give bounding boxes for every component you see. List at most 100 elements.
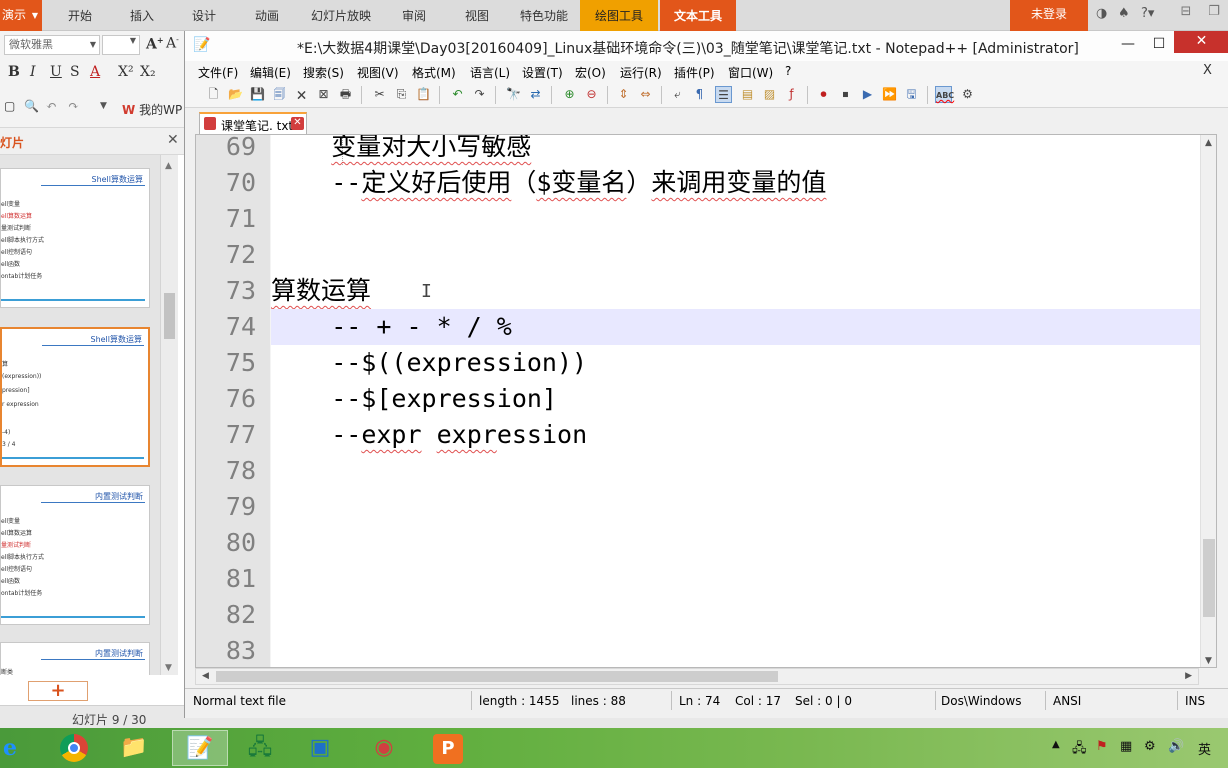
scrollbar-thumb[interactable] <box>164 293 175 339</box>
code-line[interactable] <box>271 633 1200 667</box>
tray-app-icon[interactable]: ⚙ <box>1144 739 1156 754</box>
doc-map-icon[interactable]: ▨ <box>761 86 778 103</box>
code-line[interactable] <box>271 201 1200 237</box>
menu-format[interactable]: 格式(M) <box>412 64 456 81</box>
restore-icon[interactable]: ❐ <box>1202 4 1226 24</box>
function-list-icon[interactable]: ƒ <box>783 86 800 103</box>
vertical-scrollbar[interactable]: ▲ ▼ <box>1200 135 1216 667</box>
scrollbar-thumb[interactable] <box>1203 539 1215 617</box>
save-macro-icon[interactable]: 🖫 <box>903 86 920 103</box>
security-alert-icon[interactable]: ⚑ <box>1096 739 1108 754</box>
minimize-icon[interactable]: ⊟ <box>1174 4 1198 24</box>
italic-button[interactable]: I <box>30 64 36 80</box>
shrink-font-icon[interactable]: A- <box>166 35 179 52</box>
menu-file[interactable]: 文件(F) <box>198 64 238 81</box>
skin-icon[interactable]: ◑ <box>1096 6 1107 21</box>
internet-explorer-icon[interactable]: e <box>0 730 32 766</box>
menu-language[interactable]: 语言(L) <box>470 64 510 81</box>
minimize-icon[interactable]: — <box>1113 33 1143 57</box>
login-button[interactable]: 未登录 <box>1010 0 1088 31</box>
menu-macro[interactable]: 宏(O) <box>575 64 606 81</box>
wps-presentation-icon[interactable]: P <box>420 730 476 766</box>
cut-icon[interactable]: ✂ <box>371 86 388 103</box>
sync-vertical-icon[interactable]: ⇕ <box>615 86 632 103</box>
slide-thumbnail-selected[interactable]: Shell算数运算 算 (expression)) pression] r ex… <box>0 327 150 467</box>
code-line[interactable] <box>271 453 1200 489</box>
slide-pane-scrollbar[interactable]: ▲ ▼ <box>160 155 178 675</box>
editor-content[interactable]: 变量对大小写敏感 --定义好后使用（$变量名）来调用变量的值 算数运算 -- + … <box>271 135 1200 667</box>
scroll-left-icon[interactable]: ◀ <box>202 671 209 681</box>
chevron-down-icon[interactable]: ▼ <box>100 101 107 111</box>
superscript-button[interactable]: X² <box>118 64 134 80</box>
font-color-button[interactable]: A <box>90 64 100 80</box>
ribbon-tab-home[interactable]: 开始 <box>50 0 110 31</box>
code-line[interactable]: --定义好后使用（$变量名）来调用变量的值 <box>271 165 1200 201</box>
find-icon[interactable]: 🔭 <box>505 86 522 103</box>
print-icon[interactable]: 🖶 <box>337 86 354 103</box>
slide-thumbnail[interactable]: 内置测试判断 断类 <box>0 642 150 675</box>
redo-icon[interactable]: ↷ <box>68 99 79 114</box>
horizontal-scrollbar[interactable]: ◀ ▶ <box>195 668 1199 685</box>
scroll-down-icon[interactable]: ▼ <box>1205 656 1212 666</box>
copy-icon[interactable]: ⎘ <box>393 86 410 103</box>
tab-document[interactable]: 课堂笔记. txt ✕ <box>199 112 307 134</box>
sync-horizontal-icon[interactable]: ⇔ <box>637 86 654 103</box>
close-icon[interactable]: ✕ <box>291 117 304 130</box>
menu-settings[interactable]: 设置(T) <box>522 64 563 81</box>
scroll-up-icon[interactable]: ▲ <box>1205 138 1212 148</box>
my-wps-link[interactable]: W 我的WP <box>122 101 182 118</box>
redo-icon[interactable]: ↷ <box>471 86 488 103</box>
code-line[interactable]: --$[expression] <box>271 381 1200 417</box>
slide-thumbnail[interactable]: 内置测试判断 ell变量 ell算数运算 量测试判断 ell脚本执行方式 ell… <box>0 485 150 625</box>
subscript-button[interactable]: X₂ <box>140 64 156 80</box>
ribbon-tab-review[interactable]: 审阅 <box>384 0 444 31</box>
code-line[interactable] <box>271 489 1200 525</box>
font-name-select[interactable]: 微软雅黑 ▼ <box>4 35 100 55</box>
ribbon-tab-insert[interactable]: 插入 <box>112 0 172 31</box>
play-macro-icon[interactable]: ▶ <box>859 86 876 103</box>
code-line[interactable]: --$((expression)) <box>271 345 1200 381</box>
font-size-select[interactable]: ▼ <box>102 35 140 55</box>
scroll-up-icon[interactable]: ▲ <box>165 161 172 171</box>
help-button[interactable]: ?▾ <box>1141 6 1154 21</box>
undo-icon[interactable]: ↶ <box>449 86 466 103</box>
code-line[interactable]: 变量对大小写敏感 <box>271 135 1200 165</box>
close-all-icon[interactable]: ⊠ <box>315 86 332 103</box>
ribbon-tab-drawing-tools[interactable]: 绘图工具 <box>580 0 658 31</box>
file-explorer-icon[interactable]: 📁 <box>106 730 162 766</box>
zoom-in-icon[interactable]: ⊕ <box>561 86 578 103</box>
scroll-right-icon[interactable]: ▶ <box>1185 671 1192 681</box>
close-icon[interactable]: ✕ <box>167 132 179 148</box>
ribbon-tab-features[interactable]: 特色功能 <box>510 0 578 31</box>
code-line[interactable] <box>271 561 1200 597</box>
menu-edit[interactable]: 编辑(E) <box>250 64 291 81</box>
add-slide-button[interactable]: + <box>28 681 88 701</box>
save-all-icon[interactable]: 🗐 <box>271 86 288 103</box>
wps-app-menu-button[interactable]: 演示 ▼ <box>0 0 42 31</box>
ribbon-tab-design[interactable]: 设计 <box>174 0 234 31</box>
ribbon-tab-slideshow[interactable]: 幻灯片放映 <box>300 0 382 31</box>
slide-thumbnail[interactable]: Shell算数运算 ell变量 ell算数运算 量测试判断 ell脚本执行方式 … <box>0 168 150 308</box>
close-window-button[interactable]: ✕ <box>1174 31 1228 53</box>
code-line[interactable] <box>271 525 1200 561</box>
new-file-icon[interactable]: 🗋 <box>205 86 222 103</box>
menu-search[interactable]: 搜索(S) <box>303 64 344 81</box>
play-macro-multiple-icon[interactable]: ⏩ <box>881 86 898 103</box>
code-line[interactable] <box>271 237 1200 273</box>
menu-window[interactable]: 窗口(W) <box>728 64 773 81</box>
maximize-icon[interactable]: ☐ <box>1145 33 1173 57</box>
scroll-down-icon[interactable]: ▼ <box>165 663 172 673</box>
record-macro-icon[interactable]: ⏺ <box>815 86 832 103</box>
paste-icon[interactable]: 📋 <box>415 86 432 103</box>
grow-font-icon[interactable]: A+ <box>146 35 164 53</box>
replace-icon[interactable]: ⇄ <box>527 86 544 103</box>
chrome-icon[interactable] <box>46 730 102 766</box>
ribbon-tab-text-tools[interactable]: 文本工具 <box>660 0 736 31</box>
shirt-icon[interactable]: ♠ <box>1118 6 1130 21</box>
ribbon-tab-animation[interactable]: 动画 <box>236 0 298 31</box>
stop-macro-icon[interactable]: ⏹ <box>837 86 854 103</box>
menu-view[interactable]: 视图(V) <box>357 64 399 81</box>
window-titlebar[interactable]: 📝 *E:\大数据4期课堂\Day03[20160409]_Linux基础环境命… <box>185 31 1228 61</box>
ribbon-tab-view[interactable]: 视图 <box>446 0 508 31</box>
network-icon[interactable]: ▦ <box>1120 739 1132 754</box>
